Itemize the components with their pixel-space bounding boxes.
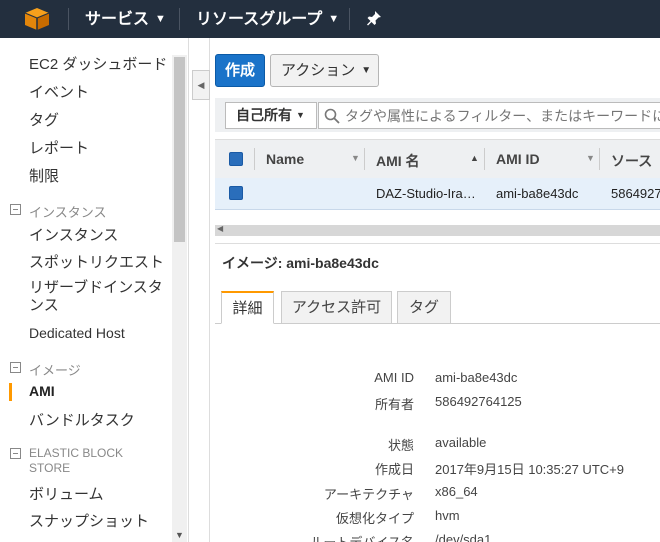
field-value-root-device: /dev/sda1 — [435, 532, 492, 542]
sidebar-item-ec2-dashboard[interactable]: EC2 ダッシュボード — [29, 53, 167, 74]
sidebar-item-reserved-instances[interactable]: リザーブドインスタンス — [29, 279, 171, 315]
sort-down-icon[interactable]: ▼ — [586, 153, 595, 163]
column-separator[interactable] — [254, 148, 255, 170]
tab-details[interactable]: 詳細 — [221, 291, 274, 324]
owner-filter-label: 自己所有 — [236, 107, 292, 123]
collapse-sidebar-button[interactable]: ◀ — [192, 70, 210, 100]
nav-separator — [68, 8, 69, 30]
collapse-icon — [10, 448, 21, 459]
chevron-down-icon: ▼ — [155, 13, 166, 25]
sidebar-section-images[interactable]: イメージ — [10, 360, 81, 379]
field-label-architecture: アーキテクチャ — [323, 487, 414, 502]
section-title: インスタンス — [29, 205, 107, 220]
chevron-down-icon: ▼ — [328, 13, 340, 25]
sidebar-item-events[interactable]: イベント — [29, 81, 89, 102]
sidebar-section-instances[interactable]: インスタンス — [10, 202, 106, 221]
sidebar-item-dedicated-host[interactable]: Dedicated Host — [29, 325, 125, 341]
sidebar-item-snapshots[interactable]: スナップショット — [29, 510, 149, 531]
field-label-virtualization: 仮想化タイプ — [335, 511, 414, 526]
services-menu[interactable]: サービス ▼ — [85, 0, 166, 38]
actions-button[interactable]: アクション ▼ — [270, 54, 379, 87]
chevron-left-icon: ◀ — [197, 80, 205, 90]
column-separator[interactable] — [484, 148, 485, 170]
owner-filter-dropdown[interactable]: 自己所有 ▼ — [225, 102, 317, 129]
row-checkbox[interactable] — [229, 186, 243, 200]
sidebar-item-reports[interactable]: レポート — [29, 137, 89, 158]
field-value-created: 2017年9月15日 10:35:27 UTC+9 — [435, 462, 624, 477]
panel-divider — [188, 38, 210, 542]
sidebar-scrollbar[interactable]: ▼ — [172, 55, 187, 542]
sidebar-item-tags[interactable]: タグ — [29, 109, 59, 130]
collapse-icon — [10, 204, 21, 215]
field-label-owner: 所有者 — [374, 397, 414, 412]
search-icon — [324, 108, 340, 124]
column-header-source[interactable]: ソース — [611, 151, 652, 171]
field-value-state: available — [435, 435, 487, 450]
table-row[interactable]: DAZ-Studio-Ira… ami-ba8e43dc 5864927 — [215, 178, 660, 210]
sidebar-item-spot-requests[interactable]: スポットリクエスト — [29, 251, 164, 272]
chevron-down-icon: ▼ — [361, 65, 372, 76]
sidebar-item-bundle-tasks[interactable]: バンドルタスク — [29, 409, 135, 430]
detail-divider — [215, 243, 660, 244]
field-value-architecture: x86_64 — [435, 484, 478, 499]
chevron-down-icon: ▼ — [296, 110, 305, 120]
resource-groups-label: リソースグループ — [196, 11, 323, 28]
field-value-owner: 586492764125 — [435, 394, 522, 409]
tab-underline — [215, 323, 660, 324]
column-header-ami-name[interactable]: AMI 名 — [376, 151, 420, 171]
sidebar: EC2 ダッシュボード イベント タグ レポート 制限 インスタンス インスタン… — [0, 38, 188, 542]
tab-tags[interactable]: タグ — [397, 291, 451, 324]
cell-ami-name: DAZ-Studio-Ira… — [376, 186, 476, 201]
pin-icon[interactable] — [366, 10, 382, 26]
sidebar-item-limits[interactable]: 制限 — [29, 165, 59, 186]
nav-separator — [349, 8, 350, 30]
services-label: サービス — [85, 11, 150, 28]
sort-down-icon[interactable]: ▼ — [351, 153, 360, 163]
table-header: Name ▼ AMI 名 ▲ AMI ID ▼ ソース — [215, 139, 660, 179]
select-all-checkbox[interactable] — [229, 152, 243, 166]
search-field — [318, 102, 660, 129]
column-header-name[interactable]: Name — [266, 151, 304, 167]
create-button[interactable]: 作成 — [215, 54, 265, 87]
column-separator[interactable] — [364, 148, 365, 170]
scroll-down-arrow-icon[interactable]: ▼ — [175, 530, 184, 540]
section-title: イメージ — [29, 363, 81, 378]
section-title: ELASTIC BLOCK STORE — [29, 446, 124, 475]
aws-cube-logo-icon[interactable] — [24, 7, 50, 31]
column-header-ami-id[interactable]: AMI ID — [496, 151, 540, 167]
field-label-state: 状態 — [387, 438, 414, 453]
active-indicator — [9, 383, 12, 401]
field-label-ami-id: AMI ID — [374, 370, 414, 385]
sort-up-icon[interactable]: ▲ — [470, 153, 479, 163]
sidebar-item-ami[interactable]: AMI — [29, 383, 55, 399]
field-value-ami-id: ami-ba8e43dc — [435, 370, 518, 385]
field-label-created: 作成日 — [374, 462, 414, 477]
detail-title: イメージ: ami-ba8e43dc — [222, 255, 379, 271]
sidebar-item-volumes[interactable]: ボリューム — [29, 483, 104, 504]
search-input[interactable] — [345, 103, 660, 128]
tab-permissions[interactable]: アクセス許可 — [281, 291, 392, 324]
resource-groups-menu[interactable]: リソースグループ ▼ — [196, 0, 339, 38]
filter-bar: 自己所有 ▼ — [215, 98, 660, 132]
cell-ami-id: ami-ba8e43dc — [496, 186, 579, 201]
column-separator[interactable] — [599, 148, 600, 170]
cell-source: 5864927 — [611, 186, 660, 201]
top-nav: サービス ▼ リソースグループ ▼ — [0, 0, 660, 38]
collapse-icon — [10, 362, 21, 373]
sidebar-section-ebs[interactable]: ELASTIC BLOCK STORE — [10, 446, 141, 476]
sidebar-item-instances[interactable]: インスタンス — [29, 224, 118, 245]
scrollbar-thumb[interactable] — [174, 57, 185, 242]
actions-label: アクション — [281, 62, 356, 79]
nav-separator — [179, 8, 180, 30]
main-content: 作成 アクション ▼ 自己所有 ▼ Name ▼ AMI 名 ▲ AMI ID ▼ … — [211, 38, 660, 542]
scroll-left-arrow-icon[interactable]: ◀ — [217, 224, 223, 233]
field-label-root-device: ルートデバイス名 — [294, 532, 414, 542]
table-horizontal-scrollbar[interactable]: ◀ — [215, 224, 660, 236]
field-value-virtualization: hvm — [435, 508, 460, 523]
